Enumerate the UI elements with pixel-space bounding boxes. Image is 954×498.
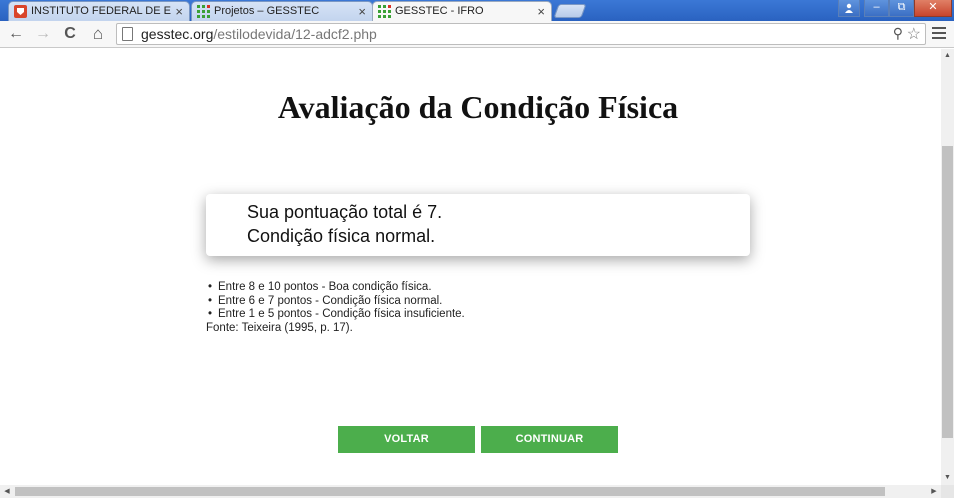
scroll-left-arrow-icon[interactable]: ◀ — [0, 485, 14, 498]
legend-item: Entre 1 e 5 pontos - Condição física ins… — [206, 308, 465, 322]
gesstec-grid-favicon-icon — [378, 5, 391, 18]
page-icon — [122, 27, 133, 41]
menu-icon[interactable] — [932, 27, 946, 42]
bookmark-star-icon[interactable]: ☆ — [907, 24, 921, 44]
tab-close-icon[interactable]: × — [175, 2, 183, 21]
url-host: gesstec.org — [141, 26, 214, 42]
horizontal-scroll-thumb[interactable] — [15, 487, 885, 496]
scroll-down-arrow-icon[interactable]: ▼ — [941, 471, 954, 485]
browser-toolbar: ← → C ⌂ gesstec.org/estilodevida/12-adcf… — [0, 21, 954, 48]
score-text: Sua pontuação total é 7. — [247, 202, 443, 222]
restore-button[interactable]: ⧉ — [889, 0, 914, 17]
tab-close-icon[interactable]: × — [537, 2, 545, 21]
tab-title: Projetos – GESSTEC — [214, 5, 320, 17]
url-path: /estilodevida/12-adcf2.php — [213, 26, 377, 42]
reload-icon[interactable]: C — [60, 24, 80, 44]
red-shield-favicon-icon — [14, 5, 27, 18]
tab-instituto-federal[interactable]: INSTITUTO FEDERAL DE E × — [8, 1, 190, 21]
horizontal-scrollbar[interactable]: ◀ ▶ — [0, 485, 941, 498]
tab-close-icon[interactable]: × — [358, 2, 366, 21]
zoom-icon[interactable]: ⚲ — [893, 25, 903, 42]
vertical-scrollbar[interactable]: ▲ ▼ — [941, 49, 954, 485]
source-citation: Fonte: Teixeira (1995, p. 17). — [206, 321, 353, 334]
home-icon[interactable]: ⌂ — [88, 24, 108, 44]
result-card: Sua pontuação total é 7. Condição física… — [206, 194, 750, 256]
tab-projetos-gesstec[interactable]: Projetos – GESSTEC × — [191, 1, 373, 21]
tab-strip: INSTITUTO FEDERAL DE E × Projetos – GESS… — [0, 0, 954, 21]
condition-text: Condição física normal. — [247, 226, 436, 246]
gesstec-grid-favicon-icon — [197, 5, 210, 18]
tab-title: INSTITUTO FEDERAL DE E — [31, 5, 171, 17]
tab-title: GESSTEC - IFRO — [395, 5, 484, 17]
scroll-right-arrow-icon[interactable]: ▶ — [927, 485, 941, 498]
minimize-button[interactable]: – — [864, 0, 889, 17]
scrollbar-corner — [941, 485, 954, 498]
legend-item: Entre 8 e 10 pontos - Boa condição físic… — [206, 281, 465, 295]
legend-item: Entre 6 e 7 pontos - Condição física nor… — [206, 295, 465, 309]
score-legend: Entre 8 e 10 pontos - Boa condição físic… — [206, 281, 465, 335]
page-title: Avaliação da Condição Física — [277, 89, 679, 125]
tab-gesstec-ifro[interactable]: GESSTEC - IFRO × — [372, 1, 552, 21]
back-arrow-icon[interactable]: ← — [6, 24, 26, 44]
scroll-up-arrow-icon[interactable]: ▲ — [941, 49, 954, 63]
user-profile-icon[interactable] — [838, 0, 860, 17]
url-text: gesstec.org/estilodevida/12-adcf2.php — [141, 26, 377, 43]
vertical-scroll-thumb[interactable] — [942, 146, 953, 438]
window-close-button[interactable]: ✕ — [914, 0, 952, 17]
address-bar[interactable]: gesstec.org/estilodevida/12-adcf2.php ⚲ … — [116, 23, 926, 45]
voltar-button[interactable]: VOLTAR — [338, 426, 475, 453]
forward-arrow-icon[interactable]: → — [33, 24, 53, 44]
continuar-button[interactable]: CONTINUAR — [481, 426, 618, 453]
page-viewport: Avaliação da Condição Física Sua pontuaç… — [0, 49, 941, 485]
new-tab-button[interactable] — [553, 4, 587, 18]
